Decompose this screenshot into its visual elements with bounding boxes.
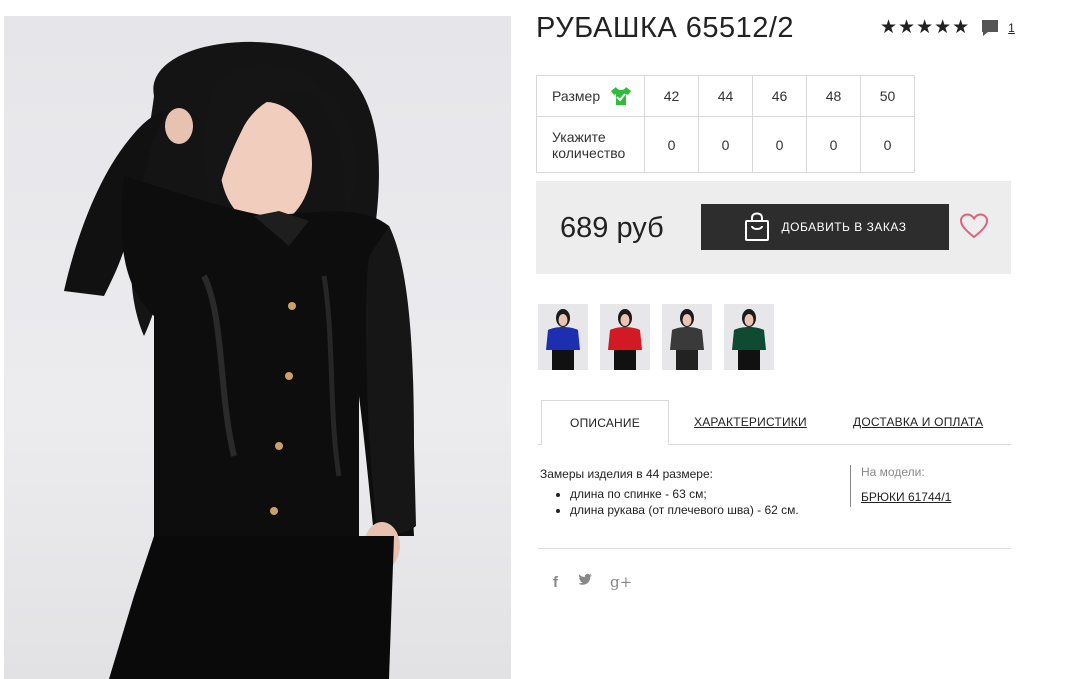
thumb-blue[interactable] bbox=[538, 304, 588, 370]
buy-box: 689 руб ДОБАВИТЬ В ЗАКАЗ bbox=[536, 181, 1011, 274]
rating: ★★★★★ 1 bbox=[880, 18, 1015, 38]
thumb-red-image bbox=[608, 309, 642, 370]
quantity-row: Укажите количество 0 0 0 0 0 bbox=[536, 116, 915, 173]
size-44: 44 bbox=[698, 75, 753, 117]
shopping-bag-icon bbox=[744, 212, 769, 241]
color-thumbnails bbox=[538, 304, 774, 370]
product-title: РУБАШКА 65512/2 bbox=[536, 12, 795, 44]
tab-description[interactable]: ОПИСАНИЕ bbox=[541, 400, 669, 445]
social-share: f g+ bbox=[553, 573, 632, 591]
size-label: Размер bbox=[552, 88, 601, 104]
product-photo-illustration bbox=[64, 41, 416, 679]
reviews-count-link[interactable]: 1 bbox=[1008, 21, 1015, 35]
add-to-order-label: ДОБАВИТЬ В ЗАКАЗ bbox=[781, 220, 907, 234]
list-item: длина по спинке - 63 см; bbox=[570, 487, 840, 501]
price: 689 руб bbox=[560, 212, 664, 244]
description-intro: Замеры изделия в 44 размере: bbox=[540, 467, 713, 481]
product-photo[interactable] bbox=[4, 16, 511, 679]
size-48: 48 bbox=[806, 75, 861, 117]
size-table: Размер 42 44 46 48 50 Укажите количество… bbox=[536, 75, 915, 173]
size-row: Размер 42 44 46 48 50 bbox=[536, 75, 915, 117]
thumb-green-image bbox=[732, 309, 766, 370]
quantity-label-cell: Укажите количество bbox=[536, 116, 645, 173]
thumb-green[interactable] bbox=[724, 304, 774, 370]
size-label-cell: Размер bbox=[536, 75, 645, 117]
quantity-input-44[interactable]: 0 bbox=[698, 116, 753, 173]
quantity-input-50[interactable]: 0 bbox=[860, 116, 915, 173]
size-50: 50 bbox=[860, 75, 915, 117]
description-panel: Замеры изделия в 44 размере: длина по сп… bbox=[540, 467, 840, 519]
twitter-icon[interactable] bbox=[576, 573, 592, 591]
list-item: длина рукава (от плечевого шва) - 62 см. bbox=[570, 503, 840, 517]
add-to-order-button[interactable]: ДОБАВИТЬ В ЗАКАЗ bbox=[701, 204, 949, 250]
facebook-icon[interactable]: f bbox=[553, 574, 558, 591]
thumb-black[interactable] bbox=[662, 304, 712, 370]
divider bbox=[538, 548, 1011, 549]
on-model-link[interactable]: БРЮКИ 61744/1 bbox=[861, 490, 951, 504]
size-chart-shirt-icon[interactable] bbox=[610, 86, 632, 106]
quantity-label-line1: Укажите bbox=[552, 128, 606, 145]
quantity-input-42[interactable]: 0 bbox=[644, 116, 699, 173]
comment-icon[interactable] bbox=[980, 18, 1000, 38]
measurements-list: длина по спинке - 63 см; длина рукава (о… bbox=[540, 487, 840, 517]
thumb-red[interactable] bbox=[600, 304, 650, 370]
tab-delivery-payment[interactable]: ДОСТАВКА И ОПЛАТА bbox=[853, 400, 983, 444]
divider bbox=[850, 465, 851, 507]
thumb-black-image bbox=[670, 309, 704, 370]
tab-characteristics[interactable]: ХАРАКТЕРИСТИКИ bbox=[694, 400, 807, 444]
twitter-bird-icon bbox=[578, 573, 592, 585]
size-46: 46 bbox=[752, 75, 807, 117]
thumb-blue-image bbox=[546, 309, 580, 370]
quantity-input-46[interactable]: 0 bbox=[752, 116, 807, 173]
googleplus-icon[interactable]: g+ bbox=[610, 573, 632, 591]
size-42: 42 bbox=[644, 75, 699, 117]
rating-stars[interactable]: ★★★★★ bbox=[880, 18, 970, 38]
on-model-label: На модели: bbox=[861, 465, 925, 479]
quantity-label-line2: количество bbox=[552, 144, 626, 161]
quantity-input-48[interactable]: 0 bbox=[806, 116, 861, 173]
product-tabs: ОПИСАНИЕ ХАРАКТЕРИСТИКИ ДОСТАВКА И ОПЛАТ… bbox=[538, 400, 1011, 445]
heart-icon[interactable] bbox=[960, 213, 988, 239]
